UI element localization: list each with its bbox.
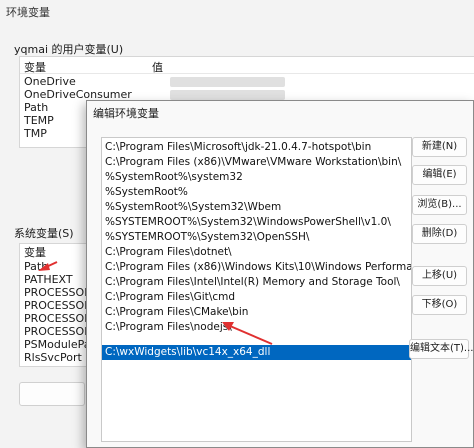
annotation-arrow-overlay — [222, 322, 273, 345]
arrow-line-selected-entry — [229, 325, 273, 345]
